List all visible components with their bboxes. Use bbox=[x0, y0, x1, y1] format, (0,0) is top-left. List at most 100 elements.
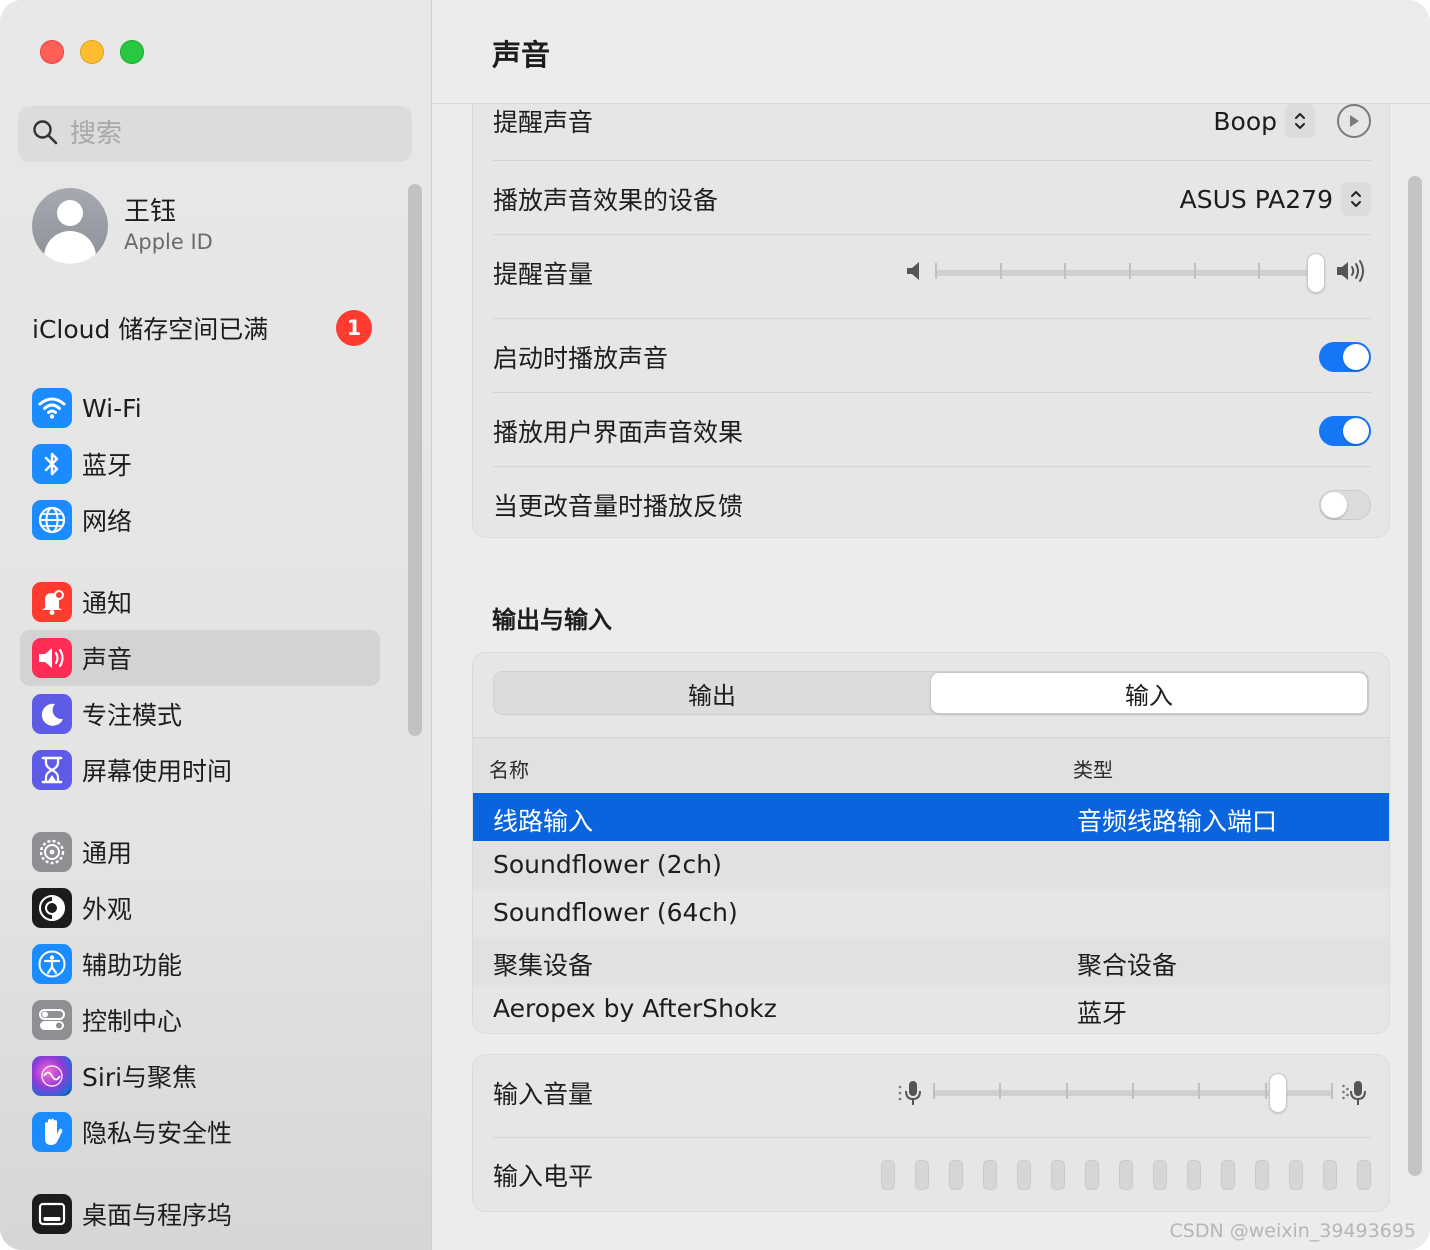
sidebar-item-label: 通用 bbox=[82, 839, 133, 868]
page-title: 声音 bbox=[492, 38, 551, 72]
sidebar-item-label: 网络 bbox=[82, 507, 133, 536]
device-name: Soundflower (64ch) bbox=[493, 898, 738, 927]
sidebar-item-label: Wi-Fi bbox=[82, 393, 142, 423]
sidebar-item-label: 控制中心 bbox=[82, 1007, 183, 1036]
main-scrollbar[interactable] bbox=[1408, 176, 1422, 1176]
sidebar-item-siri[interactable]: Siri与聚焦 bbox=[20, 1048, 380, 1104]
device-name: 聚集设备 bbox=[493, 951, 594, 980]
gear-icon bbox=[32, 832, 72, 872]
io-card: 输出 输入 名称 类型 线路输入 音频线路输入端口 Soundflower (2ch… bbox=[472, 652, 1390, 1034]
alert-sound-row: 提醒声音 Boop bbox=[493, 101, 1371, 141]
bluetooth-icon bbox=[32, 444, 72, 484]
sidebar-item-general[interactable]: 通用 bbox=[20, 824, 380, 880]
startup-sound-label: 启动时播放声音 bbox=[493, 344, 669, 373]
slider-tick bbox=[1198, 1083, 1200, 1099]
play-icon[interactable] bbox=[1337, 104, 1371, 138]
sidebar-item-wifi[interactable]: Wi-Fi bbox=[20, 380, 380, 436]
speaker-icon bbox=[32, 638, 72, 678]
dock-icon bbox=[32, 1194, 72, 1234]
slider-knob[interactable] bbox=[1269, 1073, 1287, 1113]
alert-volume-row: 提醒音量 bbox=[493, 253, 1371, 293]
alert-volume-label: 提醒音量 bbox=[493, 260, 594, 289]
column-header-name[interactable]: 名称 bbox=[489, 754, 529, 783]
level-bar bbox=[881, 1160, 895, 1190]
chevron-updown-icon[interactable] bbox=[1341, 182, 1371, 216]
output-device-label: 播放声音效果的设备 bbox=[493, 186, 719, 215]
slider-tick bbox=[1132, 1083, 1134, 1099]
sidebar-scrollbar[interactable] bbox=[408, 184, 422, 736]
slider-knob[interactable] bbox=[1307, 253, 1325, 293]
volume-feedback-label: 当更改音量时播放反馈 bbox=[493, 492, 744, 521]
sidebar-item-notifications[interactable]: 通知 bbox=[20, 574, 380, 630]
notification-badge: 1 bbox=[336, 310, 372, 346]
avatar bbox=[32, 188, 108, 264]
tab-output[interactable]: 输出 bbox=[494, 672, 930, 714]
close-button[interactable] bbox=[40, 40, 64, 64]
slider-tick bbox=[935, 263, 937, 279]
hand-icon bbox=[32, 1112, 72, 1152]
volume-feedback-toggle[interactable] bbox=[1319, 490, 1371, 520]
zoom-button[interactable] bbox=[120, 40, 144, 64]
mic-low-icon bbox=[897, 1078, 925, 1108]
column-header-type[interactable]: 类型 bbox=[1073, 754, 1113, 783]
sidebar-item-label: 屏幕使用时间 bbox=[82, 757, 233, 786]
level-bar bbox=[1255, 1160, 1269, 1190]
table-row[interactable]: 聚集设备 聚合设备 bbox=[473, 937, 1389, 985]
level-bar bbox=[1119, 1160, 1133, 1190]
search-field[interactable] bbox=[18, 106, 412, 162]
window-controls bbox=[40, 40, 144, 64]
sidebar-item-accessibility[interactable]: 辅助功能 bbox=[20, 936, 380, 992]
level-bar bbox=[1323, 1160, 1337, 1190]
table-row[interactable]: Soundflower (2ch) bbox=[473, 841, 1389, 889]
input-volume-slider[interactable] bbox=[933, 1073, 1333, 1113]
level-bar bbox=[983, 1160, 997, 1190]
output-device-row: 播放声音效果的设备 ASUS PA279 bbox=[493, 179, 1371, 219]
sidebar-item-appearance[interactable]: 外观 bbox=[20, 880, 380, 936]
search-input[interactable] bbox=[70, 119, 370, 149]
siri-icon bbox=[32, 1056, 72, 1096]
level-bar bbox=[1187, 1160, 1201, 1190]
table-row[interactable]: Aeropex by AfterShokz 蓝牙 bbox=[473, 985, 1389, 1033]
input-volume-row: 输入音量 bbox=[493, 1073, 1371, 1113]
apple-id-account[interactable]: 王钰 Apple ID bbox=[32, 188, 213, 264]
sidebar-item-screen-time[interactable]: 屏幕使用时间 bbox=[20, 742, 380, 798]
startup-sound-toggle[interactable] bbox=[1319, 342, 1371, 372]
divider bbox=[493, 160, 1371, 161]
sound-effects-card: 提醒声音 Boop 播放声音效果的设备 ASUS PA279 提醒音量 启动时播… bbox=[472, 70, 1390, 538]
minimize-button[interactable] bbox=[80, 40, 104, 64]
tab-input[interactable]: 输入 bbox=[930, 672, 1368, 714]
alert-volume-slider[interactable] bbox=[935, 253, 1325, 293]
chevron-updown-icon[interactable] bbox=[1285, 104, 1315, 138]
appearance-icon bbox=[32, 888, 72, 928]
table-row[interactable]: Soundflower (64ch) bbox=[473, 889, 1389, 937]
sidebar: 王钰 Apple ID iCloud 储存空间已满 1 Wi-Fi 蓝牙 bbox=[0, 0, 432, 1250]
sidebar-item-bluetooth[interactable]: 蓝牙 bbox=[20, 436, 380, 492]
icloud-storage-label: iCloud 储存空间已满 bbox=[32, 315, 269, 344]
device-type: 蓝牙 bbox=[1077, 999, 1128, 1028]
sidebar-item-label: 蓝牙 bbox=[82, 451, 133, 480]
sidebar-group-system: 通用 外观 辅助功能 控制中心 Siri与聚焦 隐私与安全性 bbox=[20, 824, 380, 1160]
sidebar-group-desktop: 桌面与程序坞 bbox=[20, 1186, 380, 1242]
sidebar-item-privacy[interactable]: 隐私与安全性 bbox=[20, 1104, 380, 1160]
slider-tick bbox=[1265, 1083, 1267, 1099]
sound-pane: 声音 提醒声音 Boop 播放声音效果的设备 ASUS PA279 提醒音量 启… bbox=[432, 0, 1430, 1250]
sidebar-item-desktop-dock[interactable]: 桌面与程序坞 bbox=[20, 1186, 380, 1242]
sidebar-item-sound[interactable]: 声音 bbox=[20, 630, 380, 686]
sidebar-item-label: 声音 bbox=[82, 645, 133, 674]
alert-sound-popup[interactable]: Boop bbox=[1213, 107, 1277, 136]
sidebar-item-focus[interactable]: 专注模式 bbox=[20, 686, 380, 742]
level-bar bbox=[949, 1160, 963, 1190]
wifi-icon bbox=[32, 388, 72, 428]
divider bbox=[493, 1137, 1371, 1138]
output-device-popup[interactable]: ASUS PA279 bbox=[1180, 185, 1333, 214]
input-level-meter bbox=[881, 1160, 1371, 1190]
icloud-storage-alert[interactable]: iCloud 储存空间已满 1 bbox=[32, 310, 372, 346]
input-level-label: 输入电平 bbox=[493, 1162, 594, 1191]
slider-tick bbox=[1066, 1083, 1068, 1099]
sidebar-item-network[interactable]: 网络 bbox=[20, 492, 380, 548]
table-row[interactable]: 线路输入 音频线路输入端口 bbox=[473, 793, 1389, 841]
slider-tick bbox=[1129, 263, 1131, 279]
account-subtitle: Apple ID bbox=[124, 230, 213, 254]
sidebar-item-control-center[interactable]: 控制中心 bbox=[20, 992, 380, 1048]
ui-sound-toggle[interactable] bbox=[1319, 416, 1371, 446]
